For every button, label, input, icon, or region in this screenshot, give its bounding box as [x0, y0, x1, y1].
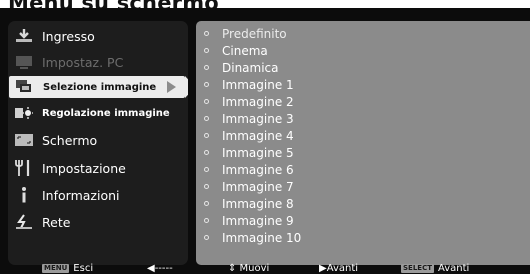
menu-item-label: Informazioni [42, 187, 120, 203]
menu-item-label: Regolazione immagine [42, 107, 170, 119]
option-cinema[interactable]: Cinema [204, 42, 268, 59]
radio-icon [204, 150, 209, 155]
menu-item-selezione-immagine[interactable]: Selezione immagine [9, 76, 188, 98]
option-immagine-2[interactable]: Immagine 2 [204, 93, 294, 110]
menu-item-label: Impostaz. PC [42, 54, 124, 70]
select-key-icon: SELECT [401, 263, 434, 273]
menu-key-icon: MENU [42, 263, 70, 273]
input-icon [12, 27, 36, 45]
menu-item-label: Rete [42, 214, 71, 230]
menu-item-ingresso[interactable]: Ingresso [8, 25, 188, 47]
setting-icon [12, 159, 36, 177]
option-dinamica[interactable]: Dinamica [204, 59, 279, 76]
menu-item-label: Impostazione [42, 160, 126, 176]
footer-next: ▶Avanti [319, 262, 359, 274]
radio-icon [204, 82, 209, 87]
option-immagine-7[interactable]: Immagine 7 [204, 178, 294, 195]
menu-item-regolazione-immagine[interactable]: Regolazione immagine [8, 102, 188, 124]
radio-icon [204, 99, 209, 104]
menu-item-rete[interactable]: Rete [8, 211, 188, 233]
radio-icon [204, 235, 209, 240]
footer-move: ⇕ Muovi [228, 262, 270, 274]
image-adjust-icon [12, 104, 36, 122]
menu-item-label: Selezione immagine [43, 81, 157, 93]
options-panel: Predefinito Cinema Dinamica Immagine 1 I… [196, 21, 530, 265]
menu-item-impostaz-pc[interactable]: Impostaz. PC [8, 51, 188, 73]
option-immagine-8[interactable]: Immagine 8 [204, 195, 294, 212]
radio-icon [204, 133, 209, 138]
option-immagine-1[interactable]: Immagine 1 [204, 76, 294, 93]
option-immagine-5[interactable]: Immagine 5 [204, 144, 294, 161]
menu-item-schermo[interactable]: Schermo [8, 129, 188, 151]
option-immagine-6[interactable]: Immagine 6 [204, 161, 294, 178]
menu-item-impostazione[interactable]: Impostazione [8, 157, 188, 179]
radio-icon [204, 167, 209, 172]
radio-icon [204, 218, 209, 223]
radio-icon [204, 201, 209, 206]
pc-settings-icon [12, 53, 36, 71]
submenu-arrow-icon [167, 81, 176, 93]
network-icon [12, 213, 36, 231]
osd-frame: Ingresso Impostaz. PC Selezione immagine [0, 8, 530, 274]
info-icon [12, 186, 36, 204]
menu-item-label: Schermo [42, 132, 98, 148]
radio-icon [204, 184, 209, 189]
option-predefinito[interactable]: Predefinito [204, 25, 287, 42]
key-guide-bar: MENU Esci ◀----- ⇕ Muovi ▶Avanti SELECT … [0, 262, 530, 274]
option-immagine-4[interactable]: Immagine 4 [204, 127, 294, 144]
footer-back: ◀----- [147, 262, 173, 274]
image-select-icon [13, 78, 37, 96]
radio-icon [204, 31, 209, 36]
option-immagine-9[interactable]: Immagine 9 [204, 212, 294, 229]
radio-icon [204, 65, 209, 70]
main-menu-panel: Ingresso Impostaz. PC Selezione immagine [8, 21, 188, 265]
menu-item-label: Ingresso [42, 28, 95, 44]
screen-icon [12, 131, 36, 149]
footer-select: SELECT Avanti [401, 262, 470, 274]
option-immagine-3[interactable]: Immagine 3 [204, 110, 294, 127]
menu-item-informazioni[interactable]: Informazioni [8, 184, 188, 206]
radio-icon [204, 116, 209, 121]
option-immagine-10[interactable]: Immagine 10 [204, 229, 301, 246]
radio-icon [204, 48, 209, 53]
footer-exit: MENU Esci [42, 262, 94, 274]
